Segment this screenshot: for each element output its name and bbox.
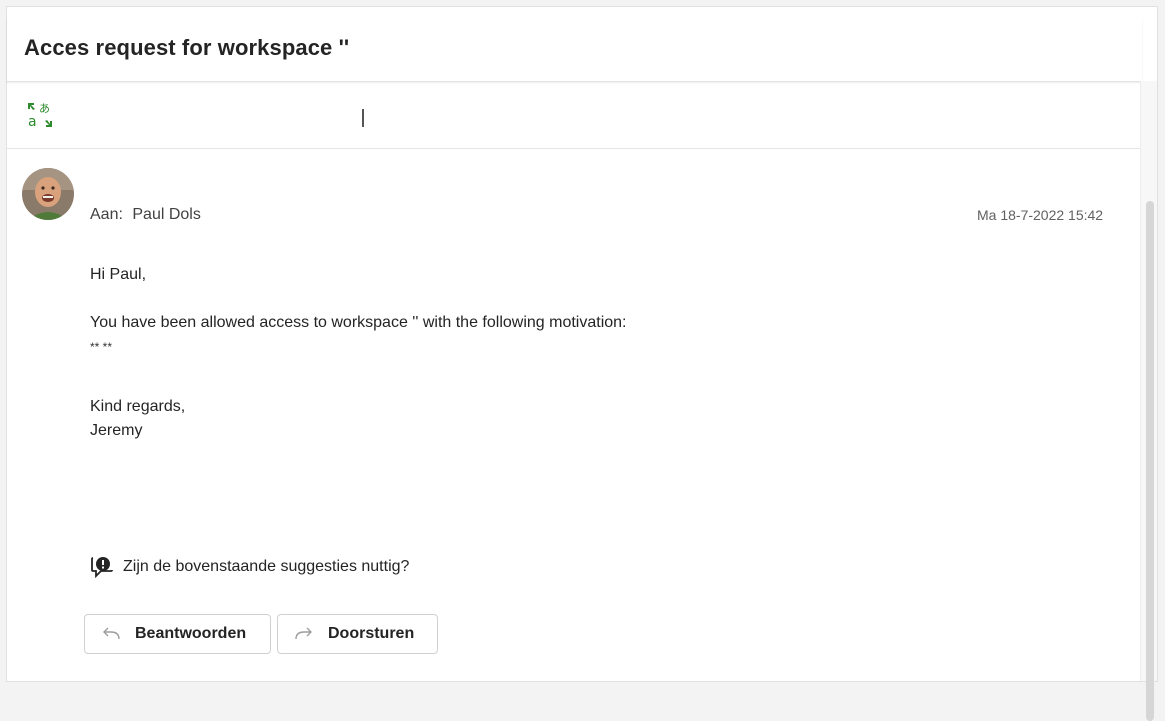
to-label: Aan:: [90, 206, 123, 223]
forward-button[interactable]: Doorsturen: [277, 614, 438, 654]
translate-icon: あ a: [28, 102, 52, 130]
suggestion-feedback[interactable]: Zijn de bovenstaande suggesties nuttig?: [90, 555, 409, 579]
sender-avatar[interactable]: [22, 168, 74, 220]
text-cursor: [362, 109, 364, 127]
body-line-stars: ** **: [90, 340, 113, 354]
feedback-question: Zijn de bovenstaande suggesties nuttig?: [123, 558, 410, 575]
svg-text:あ: あ: [39, 102, 50, 115]
email-body: Hi Paul, You have been allowed access to…: [90, 263, 627, 443]
message-toolbar: あ a: [7, 82, 1142, 149]
email-reading-pane: Acces request for workspace '' あ a Aan: …: [6, 6, 1158, 721]
svg-text:a: a: [28, 114, 37, 130]
scrollbar-thumb[interactable]: [1146, 201, 1154, 721]
forward-label: Doorsturen: [328, 625, 415, 642]
body-line-motivation: You have been allowed access to workspac…: [90, 314, 627, 331]
recipient-line: Aan: Paul Dols: [90, 206, 201, 224]
body-closing: Kind regards,: [90, 398, 186, 415]
email-subject: Acces request for workspace '': [24, 35, 350, 60]
email-timestamp: Ma 18-7-2022 15:42: [977, 207, 1104, 223]
reply-arrow-icon: [101, 626, 121, 642]
forward-arrow-icon: [294, 626, 314, 642]
body-signature: Jeremy: [90, 422, 143, 439]
recipient-name[interactable]: Paul Dols: [132, 206, 200, 223]
body-greeting: Hi Paul,: [90, 266, 147, 283]
feedback-icon: [91, 557, 113, 578]
reply-label: Beantwoorden: [135, 625, 247, 642]
translate-button[interactable]: あ a: [25, 100, 65, 132]
reply-button[interactable]: Beantwoorden: [84, 614, 271, 654]
subject-header: Acces request for workspace '': [7, 17, 1142, 82]
vertical-scrollbar[interactable]: [1140, 81, 1157, 721]
email-actions: Beantwoorden Doorsturen: [84, 614, 438, 654]
